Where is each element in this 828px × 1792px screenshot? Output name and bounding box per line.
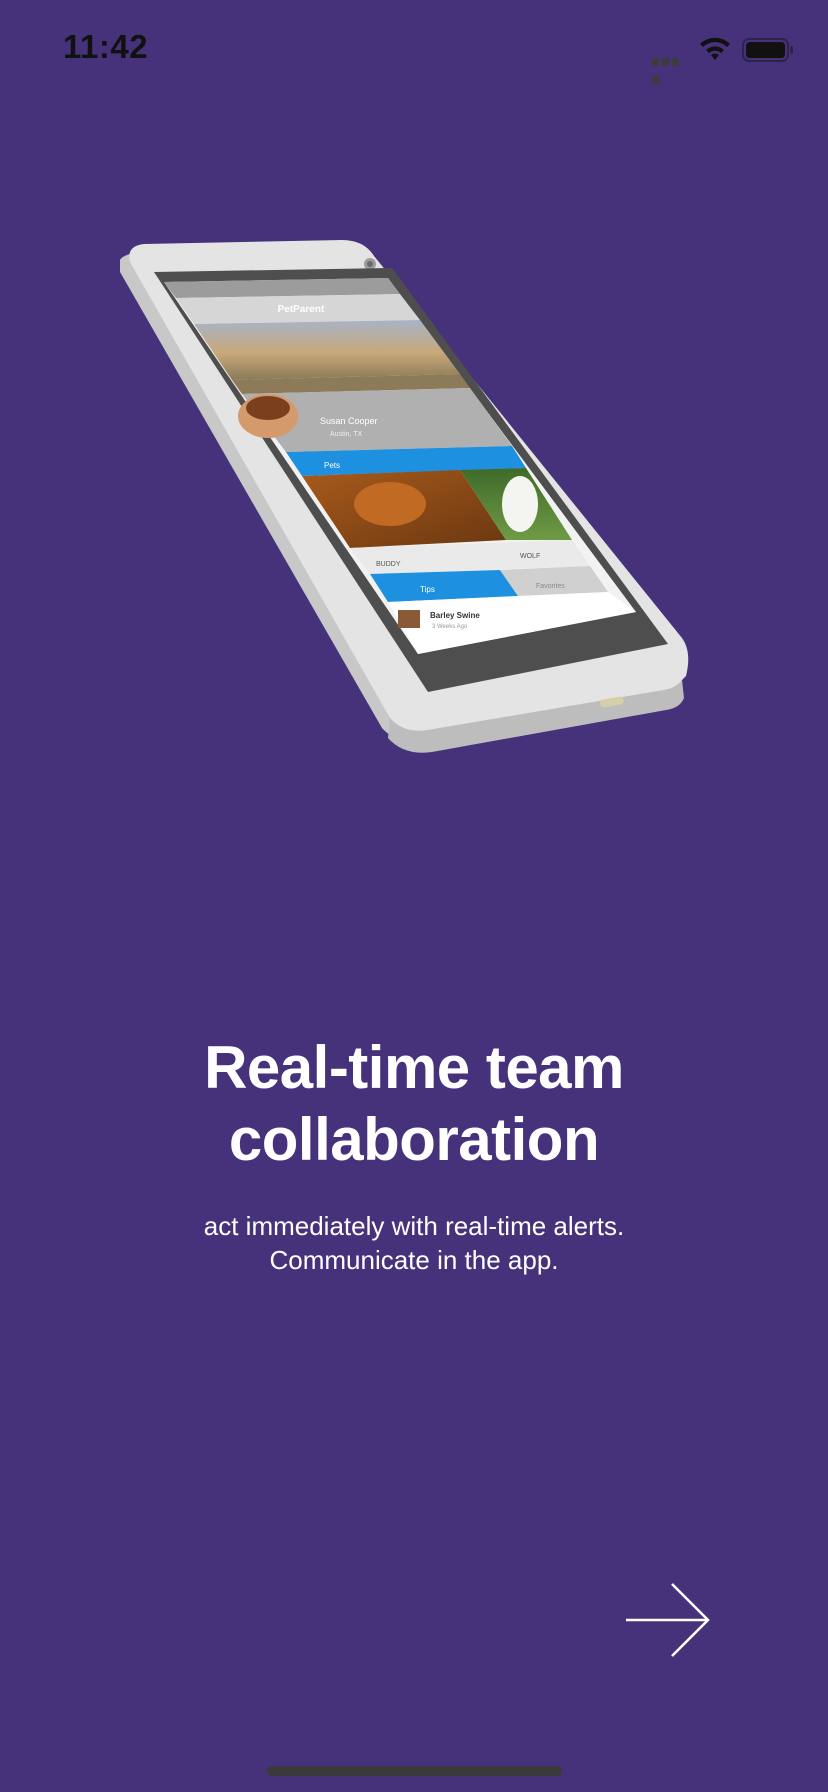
signal-icon — [652, 53, 690, 84]
wifi-icon — [700, 37, 730, 60]
headline-line-1: Real-time team — [204, 1034, 624, 1101]
headline-line-2: collaboration — [228, 1106, 600, 1173]
illustration-pet-2: WOLF — [520, 553, 540, 560]
status-bar: 11:42 — [0, 0, 828, 100]
subtitle-line-2: Communicate in the app. — [269, 1245, 559, 1275]
onboarding-headline: Real-time team collaboration — [0, 1032, 828, 1176]
illustration-tips-tab: Tips — [420, 585, 435, 594]
illustration-profile-location: Austin, TX — [330, 431, 362, 438]
illustration-favorites-tab: Favorites — [536, 583, 565, 590]
phone-illustration: PetParent Susan Cooper Austin, TX Pets B… — [120, 240, 689, 753]
subtitle-line-1: act immediately with real-time alerts. — [203, 1211, 625, 1241]
battery-icon — [742, 38, 793, 62]
illustration-pets-tab: Pets — [324, 461, 340, 470]
onboarding-screen: 11:42 PetParent Susan Cooper Austin, TX … — [0, 0, 828, 1792]
illustration-post-author: Barley Swine — [430, 611, 480, 620]
illustration-pet-1: BUDDY — [376, 561, 401, 568]
status-time: 11:42 — [63, 28, 149, 65]
illustration-profile-name: Susan Cooper — [320, 416, 378, 426]
arrow-right-icon — [626, 1583, 710, 1657]
next-button[interactable] — [620, 1580, 712, 1660]
illustration-app-name: PetParent — [277, 304, 325, 315]
illustration-post-time: 3 Weeks Ago — [432, 624, 468, 630]
home-indicator[interactable] — [267, 1766, 562, 1776]
onboarding-subtitle: act immediately with real-time alerts. C… — [0, 1209, 828, 1277]
